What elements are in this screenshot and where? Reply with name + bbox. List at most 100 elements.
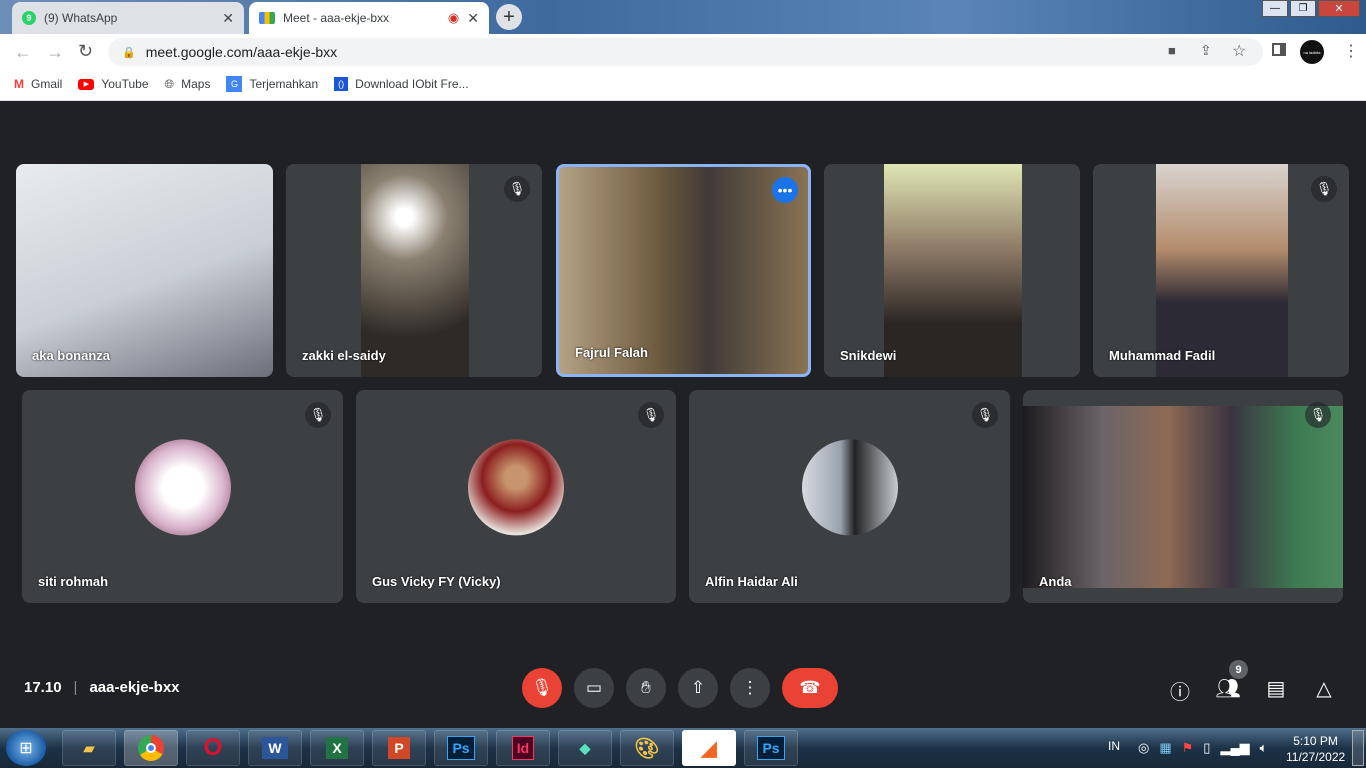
chat-icon[interactable]: ▤ xyxy=(1263,676,1289,701)
participant-tile[interactable]: aka bonanza xyxy=(16,164,273,377)
address-bar[interactable]: 🔒 meet.google.com/aaa-ekje-bxx xyxy=(108,38,1263,66)
bookmark-label: Maps xyxy=(181,77,211,91)
taskbar-app-explorer[interactable]: ▰ xyxy=(62,730,116,766)
taskbar-app-indesign[interactable]: Id xyxy=(496,730,550,766)
taskbar-app-opera[interactable]: O xyxy=(186,730,240,766)
side-panel-icon[interactable] xyxy=(1272,43,1286,56)
webcam-icon[interactable]: ◎ xyxy=(1138,740,1149,756)
window-controls: — ❐ ✕ xyxy=(1262,0,1362,18)
tab-title: Meet - aaa-ekje-bxx xyxy=(283,11,390,25)
more-options-icon[interactable]: ••• xyxy=(772,177,798,203)
mic-off-icon: 🎙︎ xyxy=(638,402,664,428)
taskbar-app-chrome[interactable] xyxy=(124,730,178,766)
avatar xyxy=(801,438,898,535)
close-tab-icon[interactable]: ✕ xyxy=(467,10,479,27)
mic-off-icon: 🎙︎ xyxy=(972,402,998,428)
profile-avatar[interactable]: na ladkila xyxy=(1300,40,1324,64)
clock: 17.10 xyxy=(24,679,62,696)
taskbar-app-powerpoint[interactable]: P xyxy=(372,730,426,766)
mic-off-icon: 🎙︎ xyxy=(504,176,530,202)
show-desktop-button[interactable] xyxy=(1352,730,1364,766)
participant-tile[interactable]: 🎙︎ siti rohmah xyxy=(22,390,343,603)
participant-name: Gus Vicky FY (Vicky) xyxy=(372,574,501,589)
close-window-button[interactable]: ✕ xyxy=(1318,0,1360,17)
taskbar-app-foxit[interactable]: ◢ xyxy=(682,730,736,766)
url-text: meet.google.com/aaa-ekje-bxx xyxy=(145,44,338,60)
taskbar-app-paint[interactable]: 🎨︎ xyxy=(620,730,674,766)
tab-title: (9) WhatsApp xyxy=(44,11,118,25)
bookmark-label: YouTube xyxy=(101,77,149,91)
globe-icon: 🌐︎ xyxy=(164,76,175,91)
taskbar-app-filmora[interactable]: ◆ xyxy=(558,730,612,766)
forward-icon[interactable]: → xyxy=(46,42,64,63)
mic-off-icon: 🎙︎ xyxy=(531,678,553,697)
participant-name: Snikdewi xyxy=(840,348,897,363)
raise-hand-button[interactable]: ✋︎ xyxy=(626,668,666,708)
language-indicator[interactable]: IN xyxy=(1108,739,1120,753)
mic-toggle-button[interactable]: 🎙︎ xyxy=(522,668,562,708)
divider: | xyxy=(73,679,78,696)
youtube-icon: ▶ xyxy=(78,78,95,90)
present-button[interactable]: ⇧ xyxy=(678,668,718,708)
camera-toggle-button[interactable]: ▭ xyxy=(574,668,614,708)
camera-icon: ▭ xyxy=(585,678,603,697)
meet-icon xyxy=(259,12,275,24)
bookmark-label: Download IObit Fre... xyxy=(355,77,469,91)
participant-tile[interactable]: 🎙︎ Muhammad Fadil xyxy=(1093,164,1349,377)
participant-tile[interactable]: 🎙︎ Alfin Haidar Ali xyxy=(689,390,1010,603)
back-icon[interactable]: ← xyxy=(14,42,32,63)
bookmark-youtube[interactable]: ▶ YouTube xyxy=(78,77,149,91)
activities-icon[interactable]: △ xyxy=(1311,676,1337,701)
bookmark-gmail[interactable]: M Gmail xyxy=(14,77,62,91)
system-clock[interactable]: 5:10 PM 11/27/2022 xyxy=(1286,733,1345,765)
taskbar-app-excel[interactable]: X xyxy=(310,730,364,766)
translate-icon: G xyxy=(226,76,243,92)
power-icon[interactable]: ▯ xyxy=(1203,740,1210,756)
windows-update-icon[interactable]: ▦ xyxy=(1159,740,1171,756)
close-tab-icon[interactable]: ✕ xyxy=(222,10,234,27)
menu-icon[interactable]: ⋮ xyxy=(1343,41,1359,61)
whatsapp-icon: 9 xyxy=(22,11,36,25)
mic-off-icon: 🎙︎ xyxy=(305,402,331,428)
start-button[interactable]: ⊞ xyxy=(6,730,46,766)
network-signal-icon[interactable]: ▂▄▆ xyxy=(1220,740,1249,756)
action-center-flag-icon[interactable]: ⚑ xyxy=(1182,740,1194,756)
clock-time: 5:10 PM xyxy=(1293,734,1338,748)
participant-tile[interactable]: 🎙︎ zakki el-saidy xyxy=(286,164,542,377)
participant-tile-active[interactable]: ••• Fajrul Falah xyxy=(556,164,811,377)
clock-date: 11/27/2022 xyxy=(1286,750,1346,764)
more-vert-icon: ⋮ xyxy=(741,678,759,697)
taskbar-app-photoshop-2[interactable]: Ps xyxy=(744,730,798,766)
tab-meet[interactable]: Meet - aaa-ekje-bxx ◉ ✕ xyxy=(249,2,489,34)
meeting-details: 17.10 | aaa-ekje-bxx xyxy=(24,679,180,696)
taskbar-app-photoshop[interactable]: Ps xyxy=(434,730,488,766)
hang-up-icon: ☎︎ xyxy=(799,678,821,697)
mic-off-icon: 🎙︎ xyxy=(1311,176,1337,202)
tab-whatsapp[interactable]: 9 (9) WhatsApp ✕ xyxy=(12,2,244,34)
leave-call-button[interactable]: ☎︎ xyxy=(782,668,838,708)
lock-icon: 🔒 xyxy=(122,46,136,59)
star-icon[interactable]: ☆ xyxy=(1232,41,1246,61)
participant-tile[interactable]: Snikdewi xyxy=(824,164,1080,377)
participant-tile[interactable]: 🎙︎ Anda xyxy=(1023,390,1343,603)
recording-icon: ◉ xyxy=(447,10,460,25)
new-tab-button[interactable]: + xyxy=(496,4,522,30)
meeting-info-icon[interactable]: ⓘ xyxy=(1167,676,1193,705)
camera-icon[interactable]: ■ xyxy=(1168,43,1176,58)
more-options-button[interactable]: ⋮ xyxy=(730,668,770,708)
bookmark-maps[interactable]: 🌐︎ Maps xyxy=(165,77,211,92)
mic-off-icon: 🎙︎ xyxy=(1305,402,1331,428)
reload-icon[interactable]: ↻ xyxy=(78,41,93,62)
iobit-icon: () xyxy=(334,77,349,91)
avatar xyxy=(134,438,231,535)
bookmark-translate[interactable]: G Terjemahkan xyxy=(226,76,318,92)
bookmark-iobit[interactable]: () Download IObit Fre... xyxy=(334,77,469,91)
volume-icon[interactable]: 🔈︎ xyxy=(1260,740,1268,756)
participant-tile[interactable]: 🎙︎ Gus Vicky FY (Vicky) xyxy=(356,390,676,603)
people-icon[interactable]: 👥︎ xyxy=(1215,676,1241,701)
share-icon[interactable]: ⇪ xyxy=(1200,42,1212,59)
minimize-button[interactable]: — xyxy=(1262,0,1288,17)
avatar xyxy=(468,438,564,535)
taskbar-app-word[interactable]: W xyxy=(248,730,302,766)
maximize-button[interactable]: ❐ xyxy=(1290,0,1316,17)
